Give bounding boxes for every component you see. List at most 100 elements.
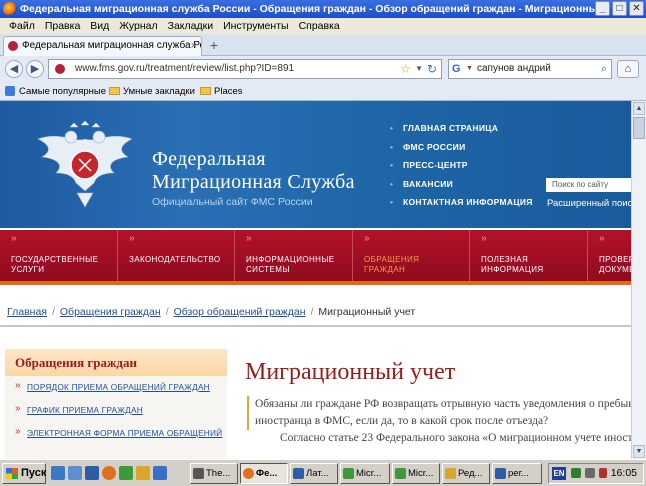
taskbar: Пуск The... Фе... Лат... Micr... Micr...…	[0, 459, 646, 486]
page-title: Миграционный учет	[245, 359, 456, 385]
menu-bookmarks[interactable]: Закладки	[163, 18, 218, 34]
menu-file[interactable]: Файл	[4, 18, 40, 34]
maximize-button[interactable]: □	[612, 1, 627, 16]
breadcrumb-home[interactable]: Главная	[7, 306, 47, 318]
quicklaunch-explorer-icon[interactable]	[51, 466, 65, 480]
task-label: Фе...	[256, 468, 278, 479]
taskbar-item-firefox[interactable]: Фе...	[240, 463, 288, 484]
advanced-search-link[interactable]: Расширенный поиск	[547, 198, 631, 209]
bookmark-label: Places	[214, 86, 243, 97]
question-line2: иностранца в ФМС, если да, то в какой ср…	[255, 415, 549, 427]
excel-icon	[395, 468, 406, 479]
menu-help[interactable]: Справка	[294, 18, 345, 34]
tray-volume-icon[interactable]	[585, 468, 595, 478]
breadcrumb-citizen-appeals[interactable]: Обращения граждан	[60, 306, 161, 318]
menu-item-line1: ИНФОРМАЦИОННЫЕ	[246, 255, 335, 264]
word-icon	[495, 468, 506, 479]
task-label: Micr...	[356, 468, 382, 479]
site-identity-icon[interactable]	[55, 64, 65, 74]
menu-tools[interactable]: Инструменты	[218, 18, 293, 34]
menu-item-line1: ЗАКОНОДАТЕЛЬСТВО	[129, 255, 221, 264]
question-block: Обязаны ли граждане РФ возвращать отрывн…	[247, 396, 631, 430]
menu-history[interactable]: Журнал	[114, 18, 162, 34]
clock: 16:05	[610, 467, 637, 479]
sidebar-item-reception-schedule[interactable]: ГРАФИК ПРИЕМА ГРАЖДАН	[5, 399, 227, 422]
taskbar-item-the[interactable]: The...	[190, 463, 238, 484]
quicklaunch-chat-icon[interactable]	[136, 466, 150, 480]
url-dropdown-icon[interactable]: ▼	[415, 60, 423, 78]
back-button[interactable]: ◀	[5, 60, 23, 78]
reload-icon[interactable]: ↻	[427, 60, 437, 78]
site-search-input[interactable]: Поиск по сайту	[546, 178, 631, 192]
search-icon[interactable]: ⌕	[601, 60, 607, 78]
question-line1: Обязаны ли граждане РФ возвращать отрывн…	[255, 398, 631, 410]
sidebar-item-electronic-form[interactable]: ЭЛЕКТРОННАЯ ФОРМА ПРИЕМА ОБРАЩЕНИЙ	[5, 422, 227, 445]
taskbar-item-editor[interactable]: Ред...	[442, 463, 490, 484]
bookmark-star-icon[interactable]: ☆	[400, 60, 411, 78]
scroll-thumb[interactable]	[633, 117, 645, 139]
menu-item-line1: ГОСУДАРСТВЕННЫЕ	[11, 255, 99, 264]
windows-flag-icon	[6, 468, 18, 479]
home-button[interactable]: ⌂	[617, 60, 639, 78]
google-icon[interactable]: G	[452, 62, 466, 76]
start-button[interactable]: Пуск	[2, 463, 46, 484]
page-viewport: Федеральная Миграционная Служба Официаль…	[0, 101, 631, 459]
tray-network-icon[interactable]	[571, 468, 581, 478]
site-header: Федеральная Миграционная Служба Официаль…	[0, 101, 631, 228]
taskbar-item-reg[interactable]: рег...	[492, 463, 542, 484]
menu-edit[interactable]: Правка	[40, 18, 85, 34]
quicklaunch-media-icon[interactable]	[153, 466, 167, 480]
forward-button[interactable]: ▶	[26, 60, 44, 78]
breadcrumb-separator: /	[310, 306, 314, 318]
site-name-line1: Федеральная	[152, 148, 266, 170]
menu-item-document-check[interactable]: ПРОВЕРКА ДОКУМЕНТОВ	[588, 230, 631, 281]
menu-item-information-systems[interactable]: ИНФОРМАЦИОННЫЕ СИСТЕМЫ	[235, 230, 353, 281]
address-bar[interactable]: www.fms.gov.ru/treatment/review/list.php…	[48, 59, 442, 79]
sidebar-item-appeal-procedure[interactable]: ПОРЯДОК ПРИЕМА ОБРАЩЕНИЙ ГРАЖДАН	[5, 376, 227, 399]
search-input[interactable]: G ▼ сапунов андрий ⌕	[448, 59, 612, 79]
taskbar-item-excel-2[interactable]: Micr...	[392, 463, 440, 484]
language-indicator[interactable]: EN	[552, 467, 566, 480]
new-tab-button[interactable]: +	[204, 37, 224, 55]
bookmark-smart-bookmarks[interactable]: Умные закладки	[109, 82, 195, 101]
site-subtitle: Официальный сайт ФМС России	[152, 196, 313, 208]
breadcrumb-separator: /	[165, 306, 169, 318]
breadcrumb-appeals-review[interactable]: Обзор обращений граждан	[174, 306, 306, 318]
main-menu: ГОСУДАРСТВЕННЫЕ УСЛУГИ ЗАКОНОДАТЕЛЬСТВО …	[0, 230, 631, 285]
navigation-toolbar: ◀ ▶ www.fms.gov.ru/treatment/review/list…	[0, 56, 646, 82]
scroll-down-arrow-icon[interactable]: ▼	[633, 445, 645, 458]
search-engine-dropdown-icon[interactable]: ▼	[466, 60, 473, 78]
menu-item-useful-info[interactable]: ПОЛЕЗНАЯ ИНФОРМАЦИЯ	[470, 230, 588, 281]
topnav-press-center[interactable]: ПРЕСС-ЦЕНТР	[390, 156, 533, 175]
topnav-contacts[interactable]: КОНТАКТНАЯ ИНФОРМАЦИЯ	[390, 193, 533, 212]
quicklaunch-excel-icon[interactable]	[119, 466, 133, 480]
tab-close-icon[interactable]: ×	[191, 37, 197, 55]
double-headed-eagle-emblem-icon	[37, 121, 133, 208]
site-name[interactable]: Федеральная Миграционная Служба	[152, 148, 355, 194]
quicklaunch-desktop-icon[interactable]	[68, 466, 82, 480]
window-title: Федеральная миграционная служба России -…	[20, 3, 610, 15]
quicklaunch-firefox-icon[interactable]	[102, 466, 116, 480]
scroll-up-arrow-icon[interactable]: ▲	[633, 102, 645, 115]
close-button[interactable]: ✕	[629, 1, 644, 16]
tab-label: Федеральная миграционная служба России .…	[22, 40, 201, 51]
minimize-button[interactable]: _	[595, 1, 610, 16]
bookmark-places[interactable]: Places	[200, 82, 243, 101]
taskbar-item-word-lat[interactable]: Лат...	[290, 463, 338, 484]
app-icon	[193, 468, 204, 479]
vertical-scrollbar[interactable]: ▲ ▼	[631, 101, 646, 459]
menu-item-state-services[interactable]: ГОСУДАРСТВЕННЫЕ УСЛУГИ	[0, 230, 118, 281]
tab-fms[interactable]: Федеральная миграционная служба России .…	[3, 36, 202, 56]
word-icon	[293, 468, 304, 479]
menu-item-citizen-appeals[interactable]: ОБРАЩЕНИЯ ГРАЖДАН	[353, 230, 470, 281]
topnav-fms-russia[interactable]: ФМС РОССИИ	[390, 138, 533, 157]
bookmark-most-visited[interactable]: Самые популярные	[5, 82, 106, 101]
quicklaunch-word-icon[interactable]	[85, 466, 99, 480]
topnav-home[interactable]: ГЛАВНАЯ СТРАНИЦА	[390, 119, 533, 138]
menu-item-legislation[interactable]: ЗАКОНОДАТЕЛЬСТВО	[118, 230, 235, 281]
tray-security-icon[interactable]	[599, 468, 607, 478]
menu-view[interactable]: Вид	[85, 18, 114, 34]
menu-item-line1: ПРОВЕРКА	[599, 255, 631, 264]
topnav-vacancies[interactable]: ВАКАНСИИ	[390, 175, 533, 194]
taskbar-item-excel-1[interactable]: Micr...	[340, 463, 390, 484]
